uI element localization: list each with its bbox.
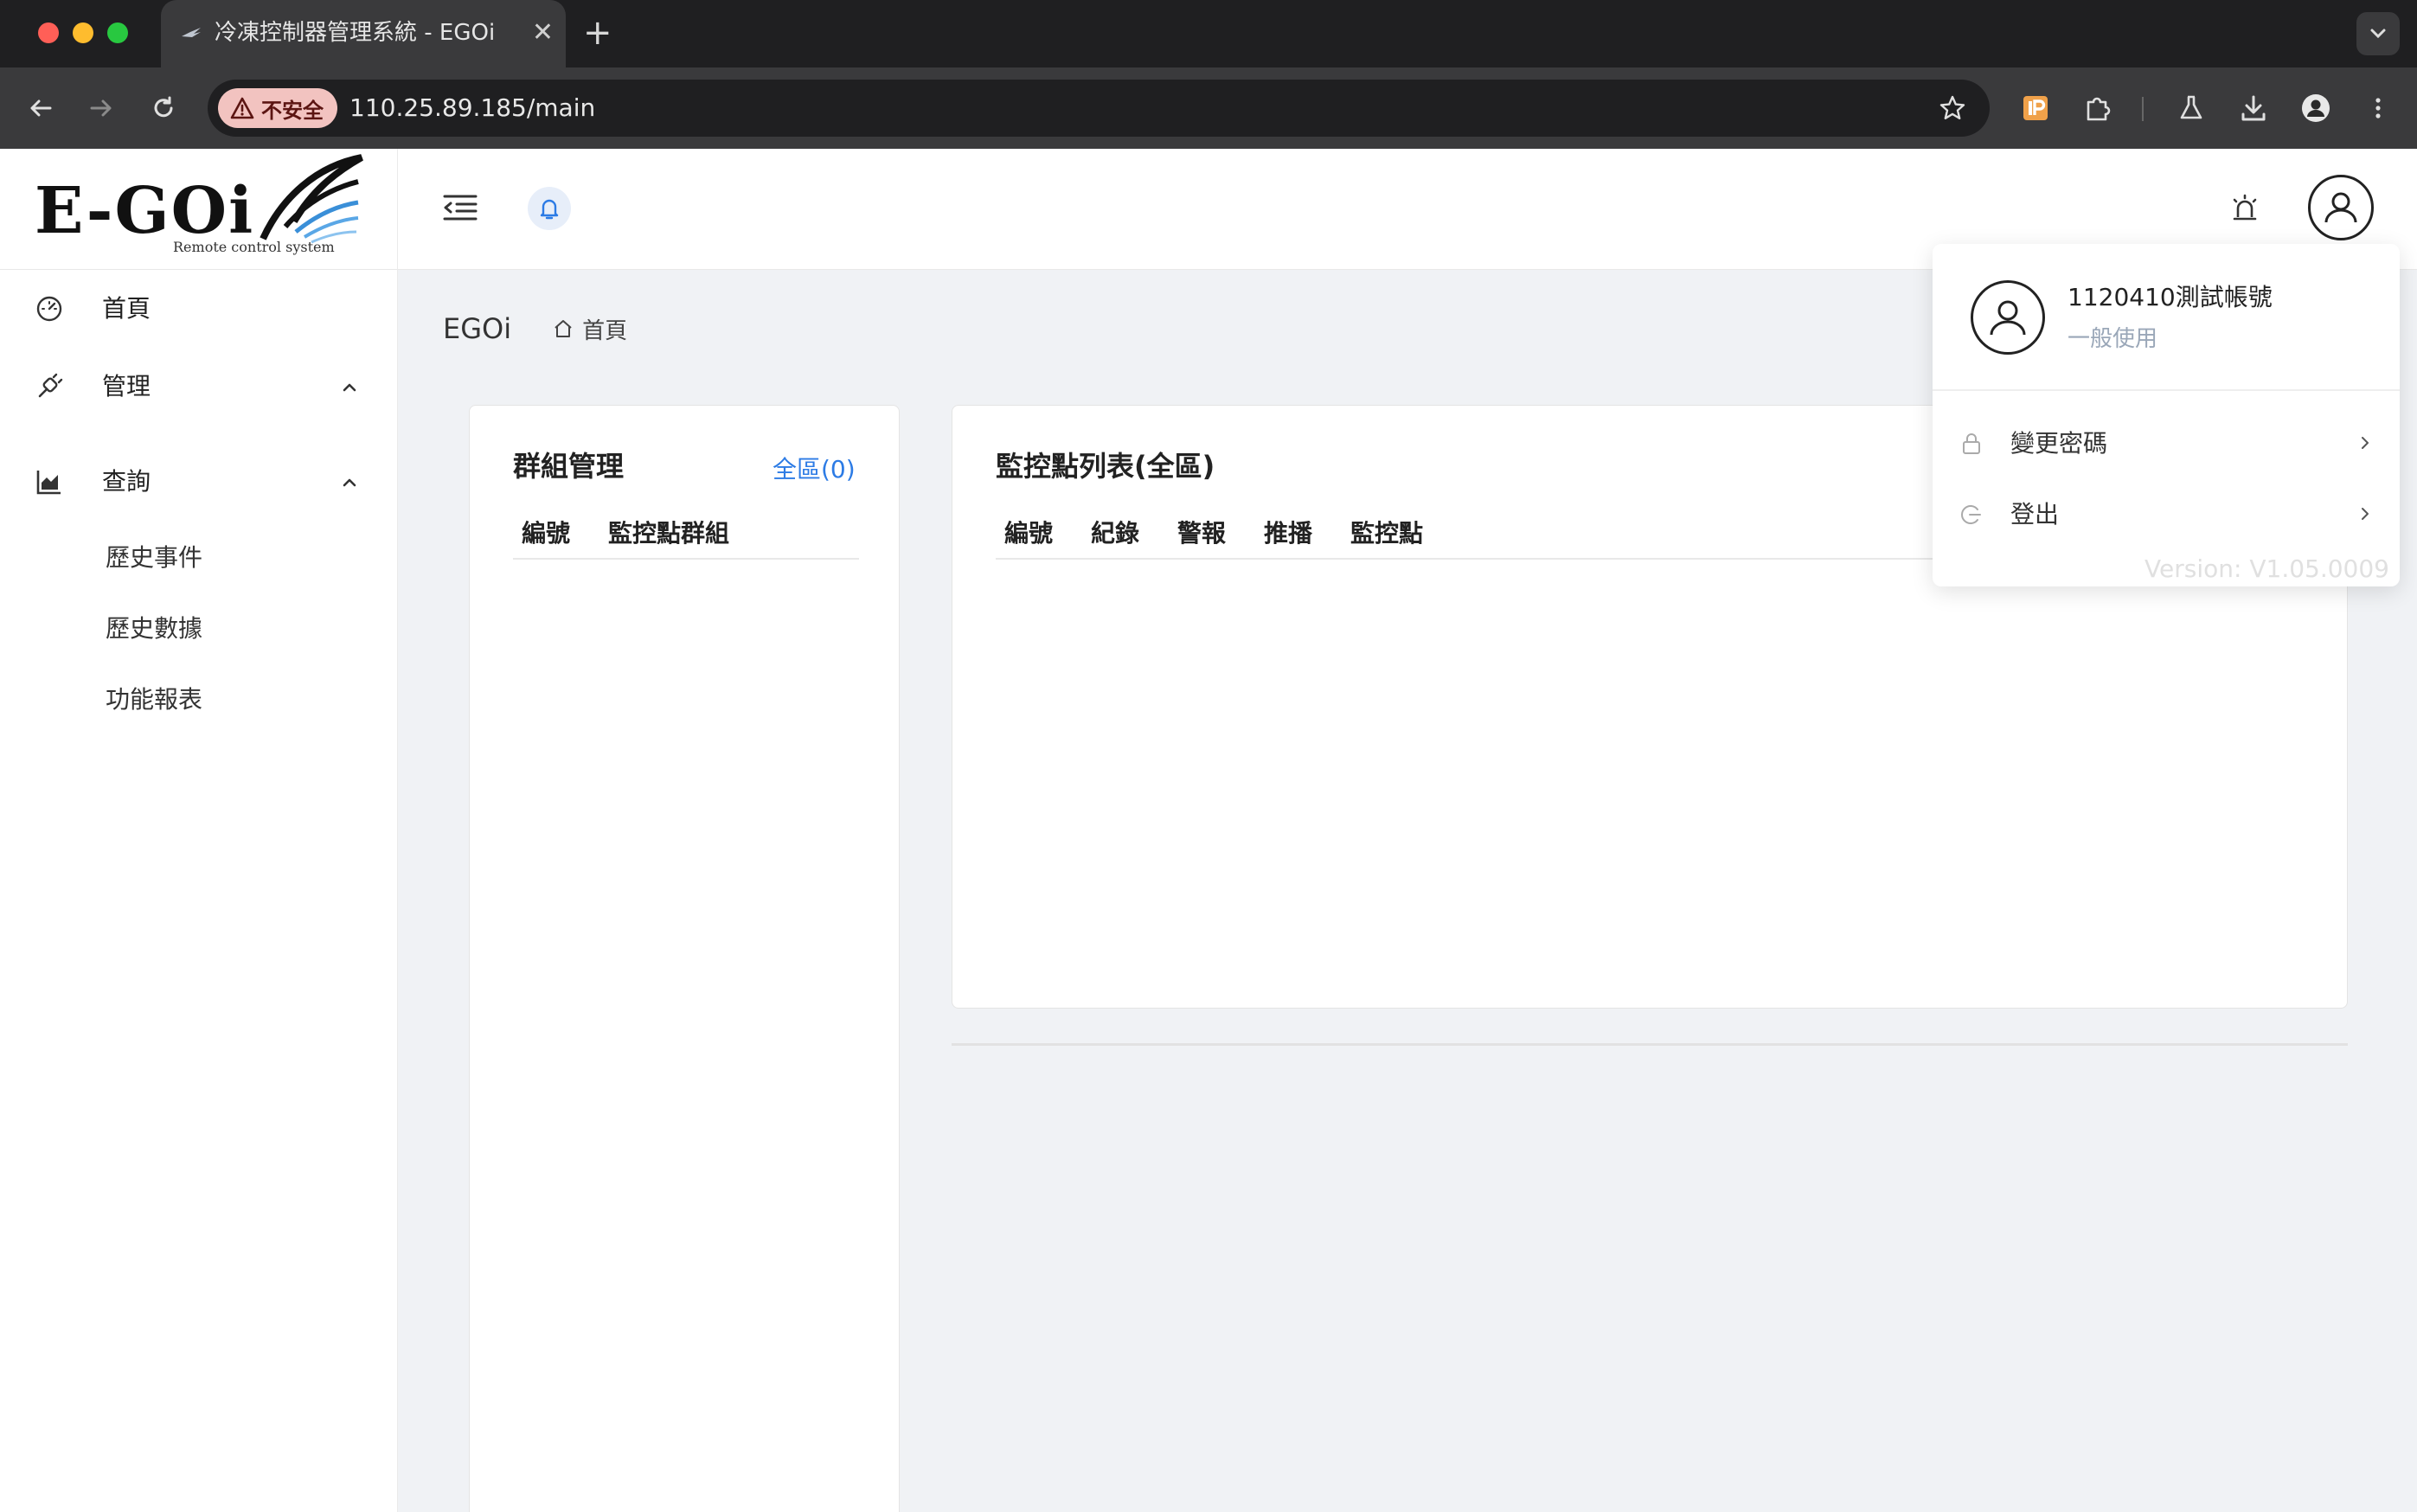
security-chip[interactable]: 不安全 <box>218 88 337 128</box>
home-icon <box>555 320 572 337</box>
all-zones-link[interactable]: 全區(0) <box>773 452 856 487</box>
logout-item[interactable]: 登出 <box>1933 484 2400 545</box>
column-header-id[interactable]: 編號 <box>1004 516 1053 551</box>
sidebar-item-query[interactable]: 查詢 <box>0 452 398 512</box>
chart-icon <box>36 471 61 495</box>
sidebar: 首頁 管理 查詢 歷史事件 歷史數據 功能報表 <box>0 270 398 1512</box>
user-menu-dropdown: 1120410測試帳號 一般使用 變更密碼 登出 Version: V1.05.… <box>1933 244 2400 586</box>
browser-toolbar: 不安全 110.25.89.185/main <box>0 67 2417 149</box>
minimize-window-button[interactable] <box>73 22 93 43</box>
alarm-button[interactable] <box>2223 187 2266 230</box>
page-title: EGOi <box>443 312 512 345</box>
version-label: Version: V1.05.0009 <box>2145 554 2389 583</box>
logout-label: 登出 <box>2010 500 2060 529</box>
sidebar-subitem-history-data[interactable]: 歷史數據 <box>106 612 202 645</box>
user-role: 一般使用 <box>2068 326 2158 352</box>
more-vertical-icon <box>2375 98 2381 119</box>
column-header-group[interactable]: 監控點群組 <box>608 516 729 551</box>
logout-icon <box>1961 505 1981 524</box>
user-menu-avatar <box>1971 280 2045 355</box>
profile-button[interactable] <box>2294 86 2337 130</box>
forward-button[interactable] <box>80 86 123 130</box>
sidebar-item-label: 管理 <box>102 372 151 400</box>
close-window-button[interactable] <box>38 22 59 43</box>
breadcrumb: EGOi 首頁 <box>443 310 627 348</box>
tab-close-icon[interactable]: ✕ <box>532 17 554 48</box>
profile-icon <box>2302 94 2330 122</box>
logo-text: E-GOi <box>35 174 255 248</box>
chevron-right-icon <box>2362 508 2369 520</box>
logo-subtitle: Remote control system <box>173 239 335 255</box>
downloads-button[interactable] <box>2232 86 2275 130</box>
user-menu-divider <box>1933 389 2400 391</box>
sidebar-subitem-history-events[interactable]: 歷史事件 <box>106 541 202 574</box>
url-text[interactable]: 110.25.89.185/main <box>349 92 595 125</box>
toolbar-separator <box>2142 97 2144 121</box>
notifications-button[interactable] <box>528 187 571 230</box>
dashboard-icon <box>36 296 62 322</box>
egoi-favicon-icon <box>182 28 201 37</box>
sidebar-item-label: 查詢 <box>102 467 151 496</box>
security-label: 不安全 <box>261 98 324 123</box>
bell-icon <box>540 199 559 220</box>
breadcrumb-home-label: 首頁 <box>582 317 628 344</box>
collapse-sidebar-button[interactable] <box>441 189 479 227</box>
user-avatar-icon <box>1990 300 2026 336</box>
sidebar-item-manage[interactable]: 管理 <box>0 356 398 417</box>
reload-icon <box>154 96 173 118</box>
user-avatar-icon <box>2324 192 2357 223</box>
user-name: 1120410測試帳號 <box>2068 283 2273 311</box>
tab-title: 冷凍控制器管理系統 - EGOi <box>215 20 496 46</box>
change-password-label: 變更密碼 <box>2010 429 2108 458</box>
download-icon <box>2241 95 2266 121</box>
sidebar-item-home[interactable]: 首頁 <box>0 279 398 339</box>
menu-collapse-icon <box>443 195 478 221</box>
breadcrumb-home[interactable]: 首頁 <box>553 313 627 345</box>
labs-button[interactable] <box>2170 86 2213 130</box>
alarm-siren-icon <box>2233 194 2257 221</box>
plug-icon <box>38 373 63 398</box>
column-header-push[interactable]: 推播 <box>1264 516 1312 551</box>
star-icon <box>1939 95 1965 119</box>
lock-icon <box>1963 433 1980 454</box>
arrow-right-icon <box>90 99 112 117</box>
sidebar-item-label: 首頁 <box>102 294 151 323</box>
column-header-id[interactable]: 編號 <box>522 516 570 551</box>
warning-icon <box>230 97 254 119</box>
monitor-card-title: 監控點列表(全區) <box>996 450 1215 483</box>
chevron-up-icon <box>343 383 356 392</box>
browser-tab[interactable]: 冷凍控制器管理系統 - EGOi ✕ <box>161 0 566 67</box>
column-header-record[interactable]: 紀錄 <box>1091 516 1139 551</box>
group-card-title: 群組管理 <box>513 450 625 483</box>
user-avatar-button[interactable] <box>2308 175 2374 240</box>
group-management-card: 群組管理 全區(0) 編號 監控點群組 <box>469 405 900 1512</box>
new-tab-button[interactable]: + <box>583 14 612 52</box>
chevron-right-icon <box>2362 437 2369 449</box>
chevron-up-icon <box>343 478 356 487</box>
extensions-button[interactable] <box>2076 86 2119 130</box>
browser-tab-strip: 冷凍控制器管理系統 - EGOi ✕ + <box>0 0 2417 67</box>
change-password-item[interactable]: 變更密碼 <box>1933 413 2400 474</box>
address-bar[interactable]: 不安全 110.25.89.185/main <box>208 80 1990 137</box>
tab-search-button[interactable] <box>2356 12 2400 55</box>
maximize-window-button[interactable] <box>107 22 128 43</box>
back-button[interactable] <box>19 86 62 130</box>
ip-extension-icon <box>2023 96 2048 120</box>
puzzle-icon <box>2087 97 2111 121</box>
logo[interactable]: E-GOi Remote control system <box>0 149 398 270</box>
bookmark-button[interactable] <box>1934 90 1971 126</box>
browser-menu-button[interactable] <box>2356 86 2400 130</box>
arrow-left-icon <box>30 99 52 117</box>
ip-extension-button[interactable] <box>2014 86 2057 130</box>
sidebar-subitem-reports[interactable]: 功能報表 <box>106 683 202 716</box>
content-divider <box>952 1043 2348 1046</box>
column-header-monitor-point[interactable]: 監控點 <box>1350 516 1423 551</box>
column-header-alarm[interactable]: 警報 <box>1177 516 1226 551</box>
reload-button[interactable] <box>142 86 185 130</box>
flask-icon <box>2180 95 2202 119</box>
chevron-down-icon <box>2370 29 2386 39</box>
table-header-divider <box>513 558 859 560</box>
